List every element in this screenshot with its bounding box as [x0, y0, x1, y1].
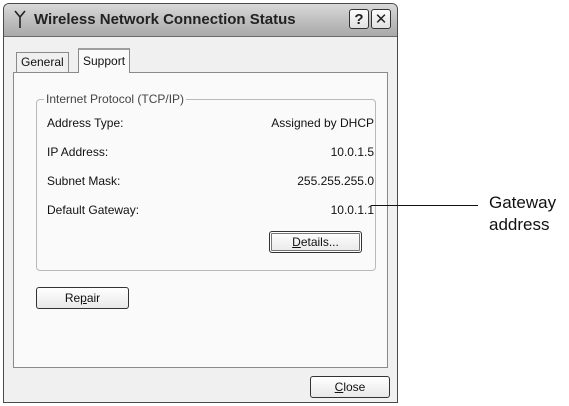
callout-line1: Gateway: [489, 193, 557, 212]
default-gateway-value: 10.0.1.1: [330, 203, 374, 217]
group-legend: Internet Protocol (TCP/IP): [44, 92, 187, 106]
help-button[interactable]: ?: [349, 9, 369, 29]
tab-general[interactable]: General: [16, 52, 69, 72]
subnet-mask-value: 255.255.255.0: [297, 174, 374, 188]
ip-address-label: IP Address:: [47, 145, 109, 159]
close-window-button[interactable]: ✕: [371, 9, 391, 29]
address-type-value: Assigned by DHCP: [271, 116, 374, 130]
help-icon: ?: [354, 10, 364, 28]
address-type-label: Address Type:: [47, 116, 124, 130]
title-bar[interactable]: Wireless Network Connection Status ? ✕: [4, 4, 397, 37]
close-button[interactable]: Close: [310, 376, 390, 398]
close-icon: ✕: [374, 11, 388, 28]
status-dialog: Wireless Network Connection Status ? ✕ G…: [3, 3, 398, 403]
wireless-antenna-icon: [14, 10, 26, 28]
callout-line2: address: [489, 215, 550, 234]
support-tab-panel: Internet Protocol (TCP/IP) Address Type:…: [13, 72, 388, 368]
callout-label: Gateway address: [489, 192, 569, 236]
callout-line: [371, 205, 478, 206]
details-button[interactable]: Details...: [269, 231, 362, 253]
ip-address-value: 10.0.1.5: [330, 145, 374, 159]
default-gateway-label: Default Gateway:: [47, 203, 140, 217]
window-title: Wireless Network Connection Status: [34, 11, 296, 28]
subnet-mask-label: Subnet Mask:: [47, 174, 121, 188]
repair-button[interactable]: Re p air: [36, 287, 129, 309]
tab-support[interactable]: Support: [78, 48, 131, 73]
